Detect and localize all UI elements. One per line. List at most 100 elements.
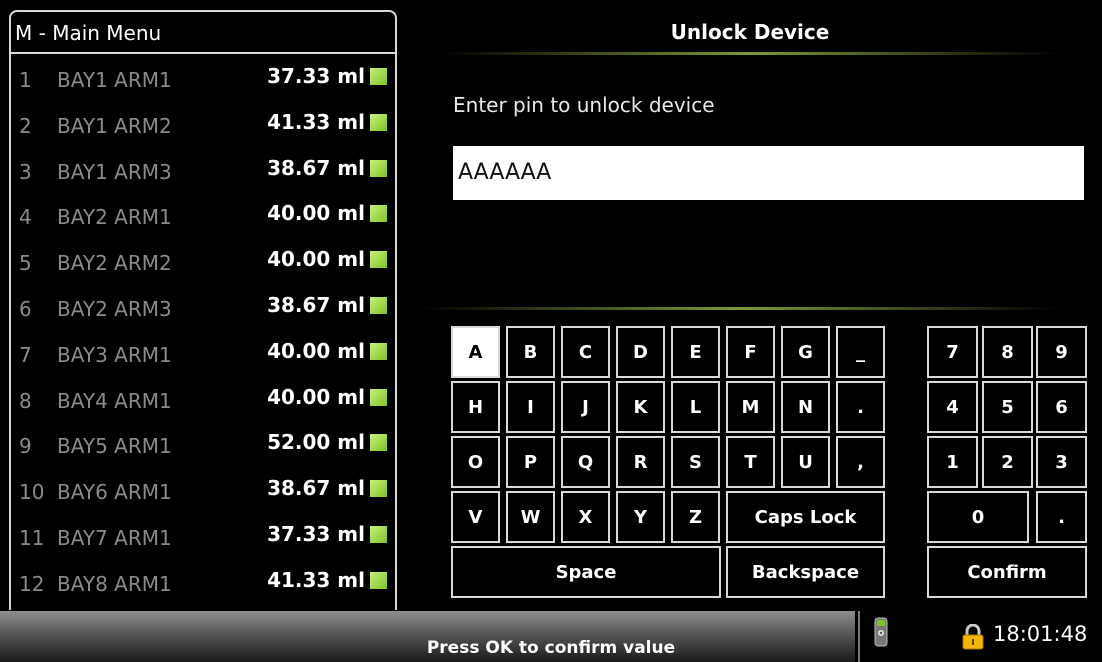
status-indicator [370, 342, 387, 360]
key-l[interactable]: L [671, 381, 720, 433]
item-value: 37.33 ml [267, 522, 365, 546]
key-6[interactable]: 6 [1036, 381, 1087, 433]
key-k[interactable]: K [616, 381, 665, 433]
key-1[interactable]: 1 [927, 436, 978, 488]
item-value: 38.67 ml [267, 476, 365, 501]
item-name: BAY1 ARM3 [57, 159, 172, 184]
list-item[interactable]: 1 BAY1 ARM1 37.33 ml [11, 60, 395, 105]
key-r[interactable]: R [616, 436, 665, 488]
item-name: BAY2 ARM1 [57, 205, 172, 230]
key-g[interactable]: G [781, 326, 830, 378]
key-d[interactable]: D [616, 326, 665, 378]
page-title: Unlock Device [670, 20, 830, 44]
list-item[interactable]: 11 BAY7 ARM1 37.33 ml [11, 518, 395, 563]
item-name: BAY3 ARM1 [57, 342, 172, 367]
key-underscore[interactable]: _ [836, 326, 885, 378]
key-c[interactable]: C [561, 326, 610, 378]
item-value: 38.67 ml [267, 293, 365, 317]
pin-prompt: Enter pin to unlock device [453, 93, 715, 117]
status-indicator [370, 434, 387, 452]
key-8[interactable]: 8 [982, 326, 1033, 378]
key-m[interactable]: M [726, 381, 775, 433]
list-item[interactable]: 8 BAY4 ARM1 40.00 ml [11, 381, 395, 426]
list-item[interactable]: 2 BAY1 ARM2 41.33 ml [11, 106, 395, 151]
item-number: 5 [19, 251, 32, 276]
key-5[interactable]: 5 [982, 381, 1033, 433]
item-number: 10 [19, 480, 45, 505]
key-h[interactable]: H [451, 381, 500, 433]
item-value: 41.33 ml [267, 567, 365, 592]
bay-list-panel: M - Main Menu 1 BAY1 ARM1 37.33 ml 2 BAY1 AR… [9, 10, 397, 610]
item-name: BAY1 ARM2 [57, 113, 172, 138]
list-item[interactable]: 3 BAY1 ARM3 38.67 ml [11, 152, 395, 197]
status-indicator [370, 571, 387, 589]
key-t[interactable]: T [726, 436, 775, 488]
list-item[interactable]: 12 BAY8 ARM1 41.33 ml [11, 564, 395, 609]
key-z[interactable]: Z [671, 491, 720, 543]
caps-lock-key[interactable]: Caps Lock [726, 491, 885, 543]
item-number: 6 [19, 297, 32, 321]
key-7[interactable]: 7 [927, 326, 978, 378]
key-period[interactable]: . [836, 381, 885, 433]
item-value: 40.00 ml [267, 201, 365, 226]
list-item[interactable]: 5 BAY2 ARM2 40.00 ml [11, 243, 395, 288]
key-9[interactable]: 9 [1036, 326, 1087, 378]
key-4[interactable]: 4 [927, 381, 978, 433]
list-item[interactable]: 7 BAY3 ARM1 40.00 ml [11, 335, 395, 380]
keyboard-divider [420, 307, 1060, 310]
key-a[interactable]: A [451, 326, 500, 378]
item-number: 8 [19, 388, 32, 413]
item-value: 37.33 ml [267, 64, 365, 88]
key-2[interactable]: 2 [982, 436, 1033, 488]
key-i[interactable]: I [506, 381, 555, 433]
backspace-key[interactable]: Backspace [726, 546, 885, 598]
key-e[interactable]: E [671, 326, 720, 378]
key-comma[interactable]: , [836, 436, 885, 488]
item-value: 40.00 ml [267, 384, 365, 409]
key-o[interactable]: O [451, 436, 500, 488]
key-dot[interactable]: . [1036, 491, 1087, 543]
status-indicator [370, 159, 387, 177]
key-q[interactable]: Q [561, 436, 610, 488]
item-name: BAY2 ARM2 [57, 251, 172, 276]
main-menu-button[interactable]: M - Main Menu [11, 12, 395, 54]
key-j[interactable]: J [561, 381, 610, 433]
lock-icon [962, 624, 984, 650]
key-s[interactable]: S [671, 436, 720, 488]
remote-icon [874, 617, 888, 647]
key-v[interactable]: V [451, 491, 500, 543]
pin-input[interactable] [453, 146, 1084, 200]
item-number: 1 [19, 68, 32, 92]
item-name: BAY4 ARM1 [57, 388, 172, 413]
key-x[interactable]: X [561, 491, 610, 543]
item-value: 40.00 ml [267, 338, 365, 363]
key-n[interactable]: N [781, 381, 830, 433]
item-number: 3 [19, 159, 32, 184]
list-item[interactable]: 10 BAY6 ARM1 38.67 ml [11, 472, 395, 517]
item-value: 40.00 ml [267, 247, 365, 272]
key-f[interactable]: F [726, 326, 775, 378]
status-indicator [370, 113, 387, 131]
item-number: 4 [19, 205, 32, 230]
status-indicator [370, 297, 387, 314]
list-item[interactable]: 4 BAY2 ARM1 40.00 ml [11, 197, 395, 242]
key-b[interactable]: B [506, 326, 555, 378]
item-name: BAY5 ARM1 [57, 434, 172, 459]
item-number: 9 [19, 434, 32, 459]
confirm-button[interactable]: Confirm [927, 546, 1087, 598]
status-indicator [370, 68, 387, 85]
key-y[interactable]: Y [616, 491, 665, 543]
list-item[interactable]: 6 BAY2 ARM3 38.67 ml [11, 289, 395, 334]
key-w[interactable]: W [506, 491, 555, 543]
key-0[interactable]: 0 [927, 491, 1029, 543]
list-item[interactable]: 9 BAY5 ARM1 52.00 ml [11, 426, 395, 471]
key-u[interactable]: U [781, 436, 830, 488]
item-name: BAY6 ARM1 [57, 480, 172, 505]
clock: 18:01:48 [993, 622, 1088, 646]
space-key[interactable]: Space [451, 546, 721, 598]
item-number: 7 [19, 342, 32, 367]
status-indicator [370, 526, 387, 543]
key-p[interactable]: P [506, 436, 555, 488]
item-name: BAY2 ARM3 [57, 297, 172, 321]
key-3[interactable]: 3 [1036, 436, 1087, 488]
